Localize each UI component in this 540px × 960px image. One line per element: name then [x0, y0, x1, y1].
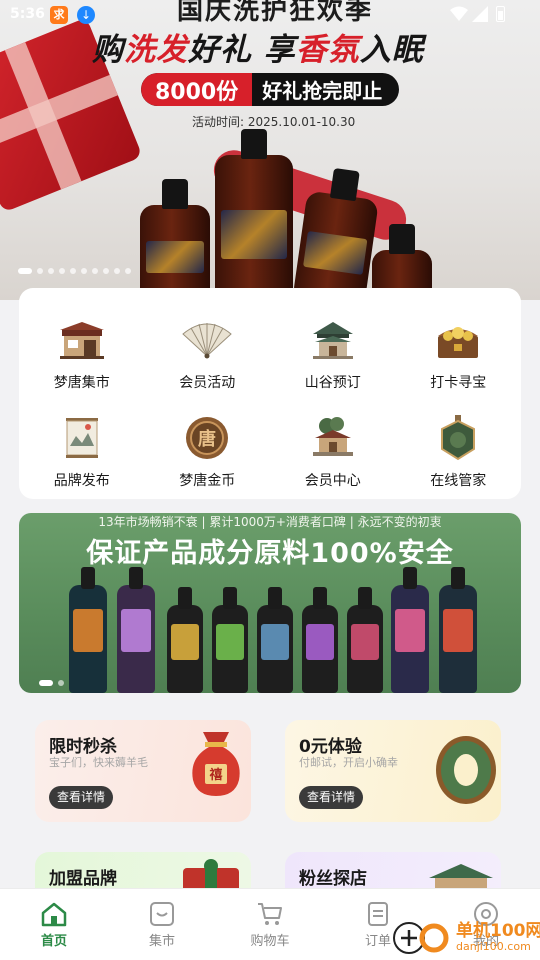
- jade-ring-icon: [436, 736, 496, 804]
- notification-app-icon: 求: [50, 6, 68, 24]
- folding-fan-icon: [181, 318, 233, 362]
- battery-icon: [496, 6, 505, 22]
- market-stall-icon: [56, 318, 108, 362]
- menu-item-valley-booking[interactable]: 山谷预订: [270, 300, 396, 398]
- nav-label: 首页: [40, 934, 67, 949]
- site-watermark: 单机100网 danji100.com: [392, 918, 540, 958]
- watermark-url: danji100.com: [456, 940, 531, 954]
- nav-cart[interactable]: 购物车: [216, 889, 324, 960]
- feature-title: 加盟品牌: [49, 869, 117, 889]
- promo-bottle: [257, 587, 293, 693]
- menu-label: 梦唐集市: [53, 375, 110, 391]
- menu-item-member-center[interactable]: 会员中心: [270, 398, 396, 496]
- hero-offer-pill: 8000份 好礼抢完即止: [141, 73, 399, 106]
- promo-bottle: [167, 587, 203, 693]
- pavilion-tree-icon: [307, 416, 359, 460]
- feature-card-free-trial[interactable]: 0元体验 付邮试，开启小确幸 查看详情: [285, 720, 501, 822]
- promo-subtitle: 13年市场畅销不衰 | 累计1000万+消费者口碑 | 永远不变的初衷: [98, 515, 442, 529]
- download-icon: ↓: [77, 6, 95, 24]
- menu-item-gold-coin[interactable]: 唐 梦唐金币: [145, 398, 271, 496]
- promo-title: 保证产品成分原料100%安全: [86, 538, 454, 569]
- hero-title: 购洗发好礼 享香氛入眠: [92, 32, 424, 68]
- promo-bottle: [439, 567, 477, 693]
- menu-item-treasure-hunt[interactable]: 打卡寻宝: [396, 300, 522, 398]
- nav-label: 购物车: [250, 934, 290, 949]
- menu-label: 梦唐金币: [179, 473, 236, 489]
- nav-label: 集市: [148, 934, 175, 949]
- menu-label: 打卡寻宝: [430, 375, 487, 391]
- nav-market[interactable]: 集市: [108, 889, 216, 960]
- status-bar: 5:36 求 ↓: [0, 0, 540, 30]
- svg-text:禧: 禧: [209, 767, 222, 783]
- product-bottle: [140, 179, 210, 300]
- menu-item-brand-release[interactable]: 品牌发布: [19, 398, 145, 496]
- status-time: 5:36: [10, 6, 45, 22]
- menu-label: 山谷预订: [304, 375, 361, 391]
- menu-label: 在线管家: [430, 473, 487, 489]
- promo-bottle: [347, 587, 383, 693]
- product-bottle: [293, 167, 379, 300]
- menu-label: 会员活动: [179, 375, 236, 391]
- scroll-painting-icon: [56, 416, 108, 460]
- lucky-bag-icon: 禧: [192, 732, 240, 796]
- pavilion-icon: [307, 318, 359, 362]
- promo-carousel-dots[interactable]: [39, 680, 64, 686]
- gold-coin-icon: 唐: [181, 416, 233, 460]
- menu-label: 会员中心: [304, 473, 361, 489]
- svg-text:唐: 唐: [198, 428, 216, 450]
- promo-bottle: [117, 567, 155, 693]
- market-icon: [150, 902, 174, 926]
- menu-item-member-activity[interactable]: 会员活动: [145, 300, 271, 398]
- promo-banner[interactable]: 13年市场畅销不衰 | 累计1000万+消费者口碑 | 永远不变的初衷 保证产品…: [19, 513, 521, 693]
- promo-bottle: [391, 567, 429, 693]
- quick-menu: 梦唐集市 会员活动 山谷预订 打卡寻宝 品牌发布 唐 梦唐金币 会员中心 在线管…: [19, 288, 521, 499]
- cart-icon: [258, 903, 282, 925]
- menu-label: 品牌发布: [53, 473, 110, 489]
- hero-carousel-dots[interactable]: [18, 268, 131, 274]
- order-icon: [368, 902, 388, 926]
- wifi-icon: [450, 6, 468, 21]
- offer-message: 好礼抢完即止: [262, 79, 383, 103]
- watermark-logo-icon: [393, 922, 449, 954]
- treasure-chest-icon: [432, 318, 484, 362]
- home-icon: [41, 902, 67, 927]
- menu-item-market[interactable]: 梦唐集市: [19, 300, 145, 398]
- view-details-button[interactable]: 查看详情: [299, 786, 364, 809]
- jade-pendant-icon: [432, 415, 484, 461]
- hero-banner[interactable]: 国庆洗护狂欢季 购洗发好礼 享香氛入眠 8000份 好礼抢完即止 活动时间: 2…: [0, 0, 540, 300]
- offer-count: 8000份: [141, 73, 253, 106]
- promo-bottle: [212, 587, 248, 693]
- product-bottle: [215, 129, 293, 300]
- view-details-button[interactable]: 查看详情: [49, 786, 114, 809]
- feature-subtitle: 付邮试，开启小确幸: [299, 756, 398, 769]
- event-date: 活动时间: 2025.10.01-10.30: [192, 115, 356, 129]
- nav-label: 订单: [364, 934, 391, 949]
- menu-item-online-butler[interactable]: 在线管家: [396, 398, 522, 496]
- feature-card-flash-sale[interactable]: 限时秒杀 宝子们，快来薅羊毛 查看详情 禧: [35, 720, 251, 822]
- feature-title: 粉丝探店: [299, 869, 367, 889]
- promo-bottle: [69, 567, 107, 693]
- feature-subtitle: 宝子们，快来薅羊毛: [49, 756, 148, 769]
- promo-bottle: [302, 587, 338, 693]
- signal-icon: [472, 6, 488, 22]
- nav-home[interactable]: 首页: [0, 889, 108, 960]
- watermark-name: 单机100网: [456, 921, 540, 942]
